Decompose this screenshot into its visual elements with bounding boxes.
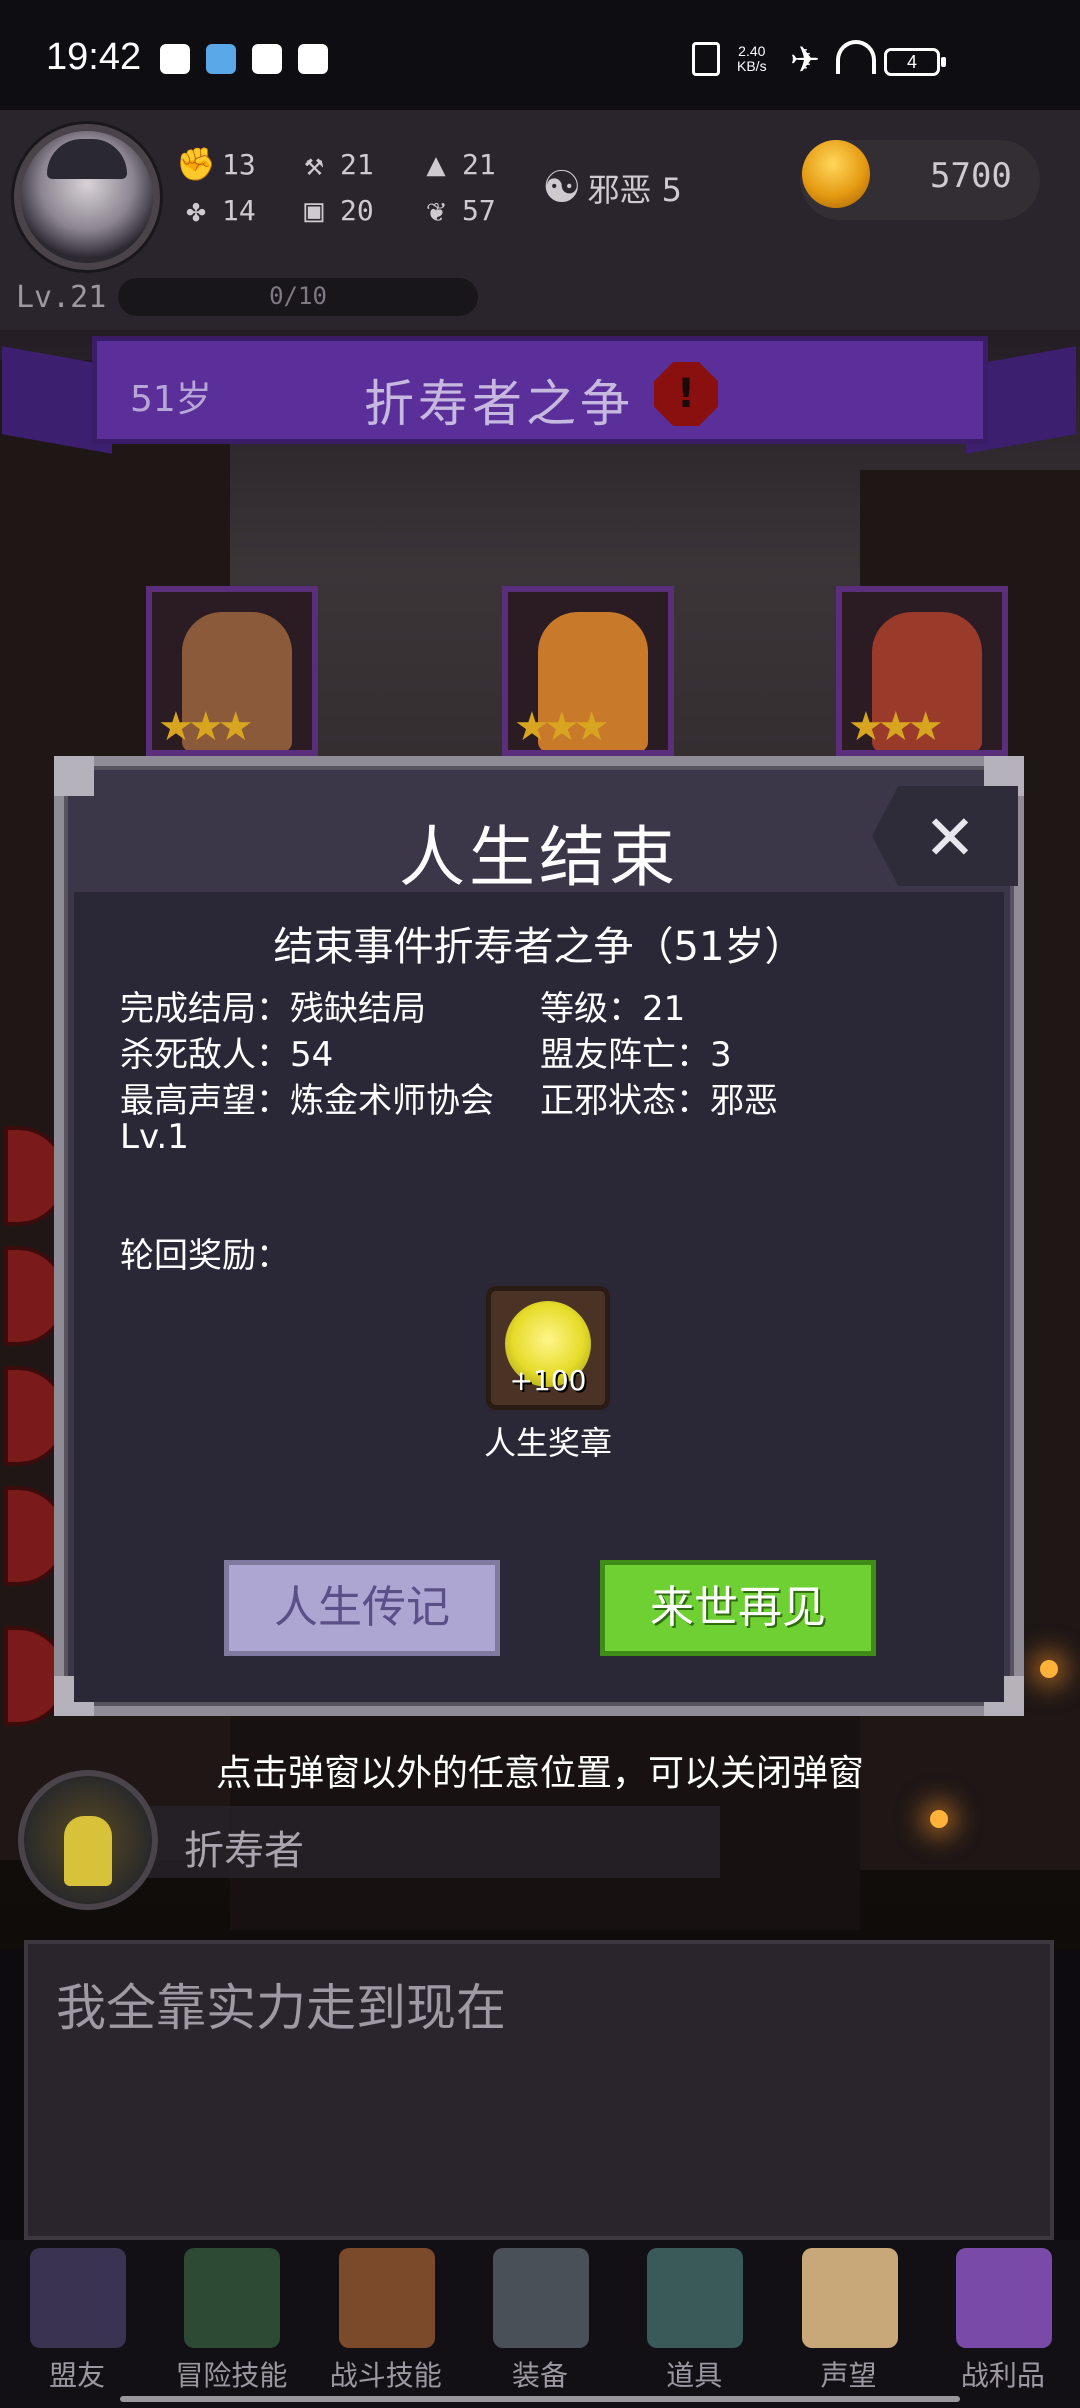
- chest-icon: [955, 2248, 1052, 2348]
- video-app-icon: [252, 44, 282, 74]
- allies-lost-info: 盟友阵亡：3: [540, 1035, 732, 1075]
- reward-count: +100: [509, 1364, 587, 1397]
- xp-text: 0/10: [269, 282, 327, 310]
- yin-yang-icon: ☯: [542, 162, 582, 213]
- player-level: Lv.21: [16, 280, 107, 315]
- fist-icon: ✊: [176, 145, 216, 183]
- end-event-subtitle: 结束事件折寿者之争（51岁）: [273, 924, 805, 970]
- backpack-icon: [338, 2248, 435, 2348]
- network-speed: 2.40 KB/s: [737, 43, 767, 74]
- next-life-button[interactable]: 来世再见: [600, 1560, 876, 1656]
- gold-coin-icon: [802, 140, 870, 208]
- vibrate-icon: [692, 42, 720, 76]
- close-icon[interactable]: ✕: [910, 798, 990, 878]
- stat-agility: ❦ 57: [416, 190, 495, 230]
- player-header: ✊ 13 ⚒ 21 ▲ 21 ✤ 14 ▣ 20 ❦ 57 ☯ 邪恶 5 5700 Lv.21…: [0, 110, 1080, 330]
- nav-loot[interactable]: 战利品: [928, 2240, 1078, 2408]
- star-rating-icon: ★★★: [848, 704, 944, 750]
- nav-reputation[interactable]: 声望: [774, 2240, 924, 2408]
- enemy-card[interactable]: ★★★: [502, 586, 674, 756]
- lantern: [930, 1810, 948, 1828]
- book-icon: [184, 2248, 281, 2348]
- stat-magic: ▲ 21: [416, 144, 495, 184]
- battery-icon: 4: [884, 48, 946, 76]
- modal-title: 人生结束: [399, 819, 679, 896]
- nav-combat-skills[interactable]: 战斗技能: [311, 2240, 461, 2408]
- bag-icon: [647, 2248, 744, 2348]
- gesture-handle[interactable]: [120, 2396, 960, 2402]
- stat-defense: ▣ 20: [294, 190, 373, 230]
- scroll-icon: [801, 2248, 898, 2348]
- airplane-icon: ✈: [790, 40, 821, 81]
- clover-icon: ✤: [186, 191, 206, 229]
- armor-icon: ▣: [304, 191, 324, 229]
- level-info: 等级：21: [540, 989, 686, 1029]
- gold-amount: 5700: [930, 156, 1012, 196]
- dismiss-hint: 点击弹窗以外的任意位置，可以关闭弹窗: [215, 1753, 864, 1794]
- hammer-icon: ⚒: [304, 145, 324, 183]
- speaker-avatar: [18, 1770, 158, 1910]
- nav-adventure-skills[interactable]: 冒险技能: [156, 2240, 306, 2408]
- stat-strength: ✊ 13: [176, 145, 256, 183]
- kills-info: 杀死敌人：54: [120, 1035, 334, 1075]
- status-bar: 19:42 2.40 KB/s ✈ 4: [0, 0, 1080, 110]
- event-age: 51岁: [130, 379, 212, 420]
- nav-items[interactable]: 道具: [619, 2240, 769, 2408]
- reputation-level: Lv.1: [120, 1117, 189, 1157]
- enemy-card[interactable]: ★★★: [836, 586, 1008, 756]
- wizard-hat-icon: ▲: [426, 145, 446, 183]
- dialog-text: 我全靠实力走到现在: [56, 1979, 506, 2037]
- nav-equipment[interactable]: 装备: [465, 2240, 615, 2408]
- app-notification-icon: [160, 44, 190, 74]
- nav-allies[interactable]: 盟友: [2, 2240, 152, 2408]
- ending-info: 完成结局：残缺结局: [120, 989, 426, 1029]
- player-avatar[interactable]: [14, 124, 160, 270]
- reward-name: 人生奖章: [483, 1424, 612, 1462]
- handshake-icon: [30, 2248, 127, 2348]
- wings-icon: ❦: [426, 191, 446, 229]
- speaker-name: 折寿者: [184, 1828, 304, 1874]
- alignment-indicator: ☯ 邪恶 5: [542, 162, 682, 213]
- status-time: 19:42: [46, 36, 142, 78]
- reward-label: 轮回奖励：: [120, 1236, 290, 1276]
- message-app-icon: [298, 44, 328, 74]
- wifi-icon: [836, 40, 876, 74]
- alignment-info: 正邪状态：邪恶: [540, 1081, 778, 1121]
- frame-corner: [54, 756, 94, 796]
- swords-icon: [492, 2248, 589, 2348]
- star-rating-icon: ★★★: [158, 704, 254, 750]
- stat-luck: ✤ 14: [176, 190, 255, 230]
- biography-button[interactable]: 人生传记: [224, 1560, 500, 1656]
- telegram-icon: [206, 44, 236, 74]
- enemy-card[interactable]: ★★★: [146, 586, 318, 756]
- life-end-modal: 人生结束 ✕ 结束事件折寿者之争（51岁） 完成结局：残缺结局 等级：21 杀死…: [54, 756, 1024, 1716]
- stat-craft: ⚒ 21: [294, 144, 373, 184]
- star-rating-icon: ★★★: [514, 704, 610, 750]
- event-title: 折寿者之争: [364, 375, 634, 433]
- bottom-nav: 盟友 冒险技能 战斗技能 装备 道具 声望 战利品: [0, 2240, 1080, 2408]
- lantern: [1040, 1660, 1058, 1678]
